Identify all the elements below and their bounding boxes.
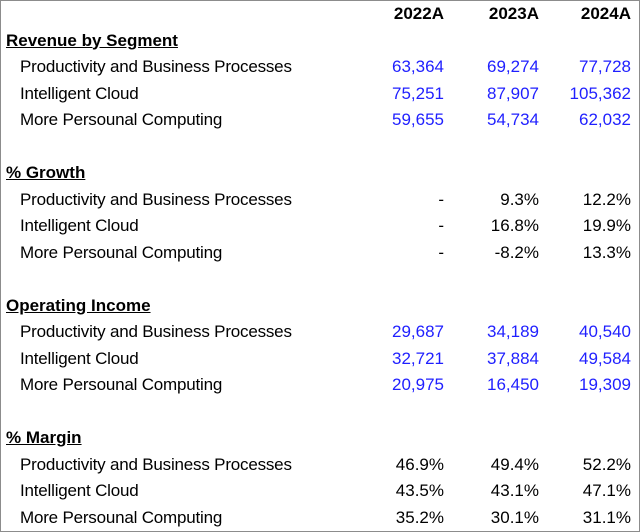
row-label[interactable]: More Persounal Computing bbox=[20, 107, 222, 134]
value-cell[interactable]: 59,655 bbox=[354, 107, 444, 134]
section-title[interactable]: % Growth bbox=[6, 160, 85, 187]
table-row: Productivity and Business Processes 63,36… bbox=[1, 54, 639, 81]
table-row: Intelligent Cloud 32,721 37,884 49,584 bbox=[1, 346, 639, 373]
value-cell[interactable]: 29,687 bbox=[354, 319, 444, 346]
row-label[interactable]: Intelligent Cloud bbox=[20, 213, 139, 240]
value-cell[interactable]: 52.2% bbox=[541, 452, 631, 479]
value-cell[interactable]: 31.1% bbox=[541, 505, 631, 532]
value-cell[interactable]: 40,540 bbox=[541, 319, 631, 346]
value-cell[interactable]: 69,274 bbox=[449, 54, 539, 81]
value-cell[interactable]: 13.3% bbox=[541, 240, 631, 267]
value-cell[interactable]: 12.2% bbox=[541, 187, 631, 214]
financial-table: 2022A 2023A 2024A Revenue by Segment Prod… bbox=[0, 0, 640, 532]
row-label[interactable]: Intelligent Cloud bbox=[20, 478, 139, 505]
value-cell[interactable]: 30.1% bbox=[449, 505, 539, 532]
section-header-row: % Margin bbox=[1, 425, 639, 452]
header-row: 2022A 2023A 2024A bbox=[1, 1, 639, 28]
value-cell[interactable]: 37,884 bbox=[449, 346, 539, 373]
section-header-row: % Growth bbox=[1, 160, 639, 187]
row-label[interactable]: Productivity and Business Processes bbox=[20, 187, 292, 214]
year-header[interactable]: 2024A bbox=[541, 1, 631, 28]
value-cell[interactable]: - bbox=[354, 213, 444, 240]
row-label[interactable]: Productivity and Business Processes bbox=[20, 319, 292, 346]
blank-row bbox=[1, 266, 639, 293]
value-cell[interactable]: 35.2% bbox=[354, 505, 444, 532]
value-cell[interactable]: 32,721 bbox=[354, 346, 444, 373]
row-label[interactable]: More Persounal Computing bbox=[20, 372, 222, 399]
section-header-row: Revenue by Segment bbox=[1, 28, 639, 55]
value-cell[interactable]: - bbox=[354, 240, 444, 267]
blank-row bbox=[1, 399, 639, 426]
year-header[interactable]: 2022A bbox=[354, 1, 444, 28]
value-cell[interactable]: -8.2% bbox=[449, 240, 539, 267]
value-cell[interactable]: 87,907 bbox=[449, 81, 539, 108]
table-row: More Persounal Computing - -8.2% 13.3% bbox=[1, 240, 639, 267]
row-label[interactable]: Productivity and Business Processes bbox=[20, 452, 292, 479]
row-label[interactable]: Productivity and Business Processes bbox=[20, 54, 292, 81]
table-row: Intelligent Cloud 43.5% 43.1% 47.1% bbox=[1, 478, 639, 505]
value-cell[interactable]: 49,584 bbox=[541, 346, 631, 373]
value-cell[interactable]: 75,251 bbox=[354, 81, 444, 108]
value-cell[interactable]: 46.9% bbox=[354, 452, 444, 479]
value-cell[interactable]: 105,362 bbox=[541, 81, 631, 108]
value-cell[interactable]: 19,309 bbox=[541, 372, 631, 399]
table-row: More Persounal Computing 20,975 16,450 19,3… bbox=[1, 372, 639, 399]
value-cell[interactable]: - bbox=[354, 187, 444, 214]
table-row: Productivity and Business Processes 29,68… bbox=[1, 319, 639, 346]
value-cell[interactable]: 16,450 bbox=[449, 372, 539, 399]
section-header-row: Operating Income bbox=[1, 293, 639, 320]
table-row: Intelligent Cloud -16.8% 19.9% bbox=[1, 213, 639, 240]
row-label[interactable]: Intelligent Cloud bbox=[20, 346, 139, 373]
table-row: Productivity and Business Processes -9.3%… bbox=[1, 187, 639, 214]
value-cell[interactable]: 20,975 bbox=[354, 372, 444, 399]
blank-row bbox=[1, 134, 639, 161]
value-cell[interactable]: 49.4% bbox=[449, 452, 539, 479]
table-row: Productivity and Business Processes 46.9%… bbox=[1, 452, 639, 479]
value-cell[interactable]: 34,189 bbox=[449, 319, 539, 346]
value-cell[interactable]: 43.1% bbox=[449, 478, 539, 505]
value-cell[interactable]: 63,364 bbox=[354, 54, 444, 81]
value-cell[interactable]: 19.9% bbox=[541, 213, 631, 240]
table-row: Intelligent Cloud 75,251 87,907 105,362 bbox=[1, 81, 639, 108]
year-header[interactable]: 2023A bbox=[449, 1, 539, 28]
table-row: More Persounal Computing 59,655 54,734 62,0… bbox=[1, 107, 639, 134]
row-label[interactable]: Intelligent Cloud bbox=[20, 81, 139, 108]
table-row: More Persounal Computing 35.2% 30.1% 31.1% bbox=[1, 505, 639, 532]
row-label[interactable]: More Persounal Computing bbox=[20, 240, 222, 267]
row-label[interactable]: More Persounal Computing bbox=[20, 505, 222, 532]
value-cell[interactable]: 54,734 bbox=[449, 107, 539, 134]
value-cell[interactable]: 47.1% bbox=[541, 478, 631, 505]
value-cell[interactable]: 43.5% bbox=[354, 478, 444, 505]
value-cell[interactable]: 77,728 bbox=[541, 54, 631, 81]
value-cell[interactable]: 9.3% bbox=[449, 187, 539, 214]
value-cell[interactable]: 16.8% bbox=[449, 213, 539, 240]
section-title[interactable]: Revenue by Segment bbox=[6, 28, 178, 55]
value-cell[interactable]: 62,032 bbox=[541, 107, 631, 134]
section-title[interactable]: Operating Income bbox=[6, 293, 151, 320]
section-title[interactable]: % Margin bbox=[6, 425, 82, 452]
